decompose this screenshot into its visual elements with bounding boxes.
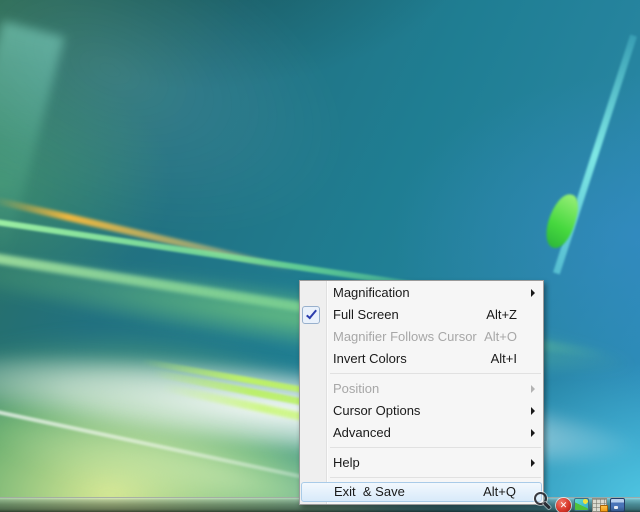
menu-item-exit-and-save[interactable]: Exit & Save Alt+Q: [301, 482, 542, 502]
magnifier-cursor: [534, 492, 547, 505]
lock-icon: [600, 505, 608, 512]
desktop-screen: ✕ Magnification Full Screen Alt+Z Magnif…: [0, 0, 640, 512]
submenu-arrow-icon: [531, 459, 535, 467]
keyboard-lock-icon[interactable]: [592, 498, 607, 512]
shortcut-label: Alt+Z: [486, 304, 517, 326]
box-label-detail: [614, 506, 618, 509]
menu-item-position[interactable]: Position: [300, 378, 543, 400]
menu-item-label: Exit & Save: [334, 484, 405, 499]
menu-item-magnifier-follows-cursor[interactable]: Magnifier Follows Cursor Alt+O: [300, 326, 543, 348]
menu-item-magnification[interactable]: Magnification: [300, 282, 543, 304]
menu-separator: [330, 373, 541, 374]
menu-item-label: Magnification: [333, 285, 410, 300]
menu-item-label: Position: [333, 381, 379, 396]
shortcut-label: Alt+Q: [483, 483, 516, 501]
menu-item-label: Help: [333, 455, 360, 470]
submenu-arrow-icon: [531, 385, 535, 393]
submenu-arrow-icon: [531, 289, 535, 297]
menu-item-advanced[interactable]: Advanced: [300, 422, 543, 444]
display-settings-icon[interactable]: [574, 498, 589, 511]
magnifier-context-menu: Magnification Full Screen Alt+Z Magnifie…: [299, 280, 544, 505]
system-tray: ✕: [556, 498, 625, 512]
menu-item-cursor-options[interactable]: Cursor Options: [300, 400, 543, 422]
menu-item-label: Full Screen: [333, 307, 399, 322]
menu-item-label: Advanced: [333, 425, 391, 440]
error-red-x-icon[interactable]: ✕: [556, 498, 571, 512]
menu-item-label: Invert Colors: [333, 351, 407, 366]
menu-item-label: Magnifier Follows Cursor: [333, 329, 477, 344]
submenu-arrow-icon: [531, 429, 535, 437]
shortcut-label: Alt+I: [491, 348, 517, 370]
menu-item-invert-colors[interactable]: Invert Colors Alt+I: [300, 348, 543, 370]
menu-separator: [330, 477, 541, 478]
menu-item-full-screen[interactable]: Full Screen Alt+Z: [300, 304, 543, 326]
checkmark-box: [302, 306, 320, 324]
menu-item-label: Cursor Options: [333, 403, 420, 418]
menu-separator: [330, 447, 541, 448]
shortcut-label: Alt+O: [484, 326, 517, 348]
submenu-arrow-icon: [531, 407, 535, 415]
check-icon: [306, 308, 317, 320]
menu-item-help[interactable]: Help: [300, 452, 543, 474]
software-box-icon[interactable]: [610, 498, 625, 512]
